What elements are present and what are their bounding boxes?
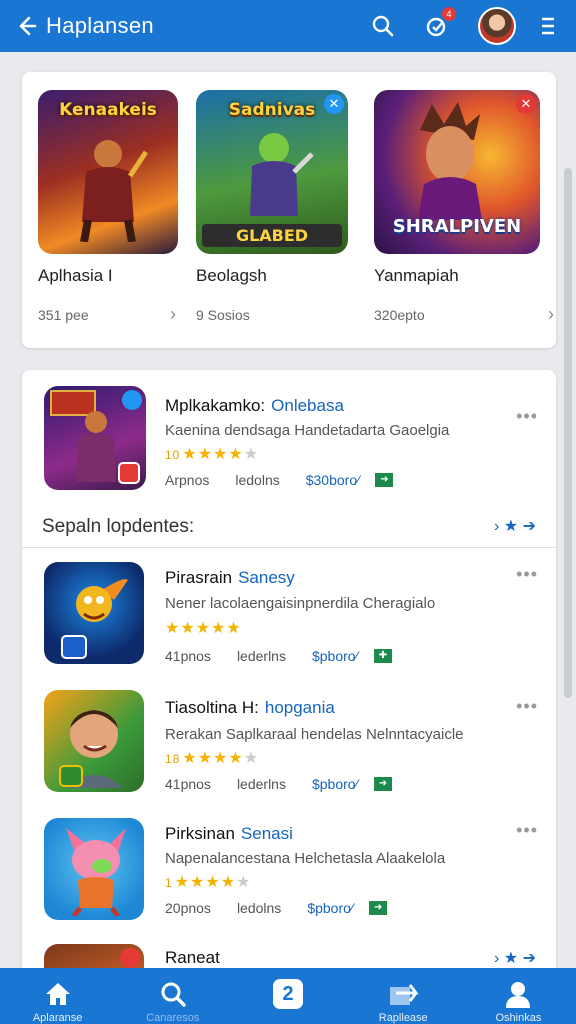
star-icon: ★ xyxy=(503,950,519,967)
app-title: Pirasrain xyxy=(165,568,233,587)
developer-link[interactable]: Sanesy xyxy=(238,568,295,587)
app-description: Kaenina dendsaga Handetadarta Gaoelgia xyxy=(165,422,450,439)
nav-item-apps[interactable]: 2 xyxy=(230,968,345,1024)
nav-item-updates[interactable]: Rapllease xyxy=(346,968,461,1024)
home-icon xyxy=(45,983,70,1005)
section-header: Sepaln lopdentes: › ★ ➔ xyxy=(22,510,556,548)
developer-link[interactable]: Onlebasa xyxy=(271,396,344,415)
featured-art-title: Kenaakeis xyxy=(59,100,157,120)
star-icon: ★ xyxy=(503,518,519,535)
bottom-navigation: Aplaranse Canaresos 2 Rapllease Oshinkas xyxy=(0,968,576,1024)
nav-label: Canaresos xyxy=(146,1012,200,1024)
price-label: $pboro xyxy=(311,648,356,664)
section-controls[interactable]: › ★ ➔ xyxy=(494,516,536,536)
nav-item-profile[interactable]: Oshinkas xyxy=(461,968,576,1024)
featured-app-3[interactable]: SHRALPIVEN ✕ Yanmapiah 320epto › xyxy=(374,90,554,324)
back-arrow-icon[interactable] xyxy=(14,14,38,38)
list-item[interactable]: Pirasrain Sanesy Nener lacolaengaisinpner… xyxy=(22,562,556,672)
install-tag-icon: ➜ xyxy=(375,473,394,487)
rating-stars: 18 ★★★★★ xyxy=(165,750,260,767)
nav-label: Aplaranse xyxy=(32,1012,83,1024)
featured-app-art: SHRALPIVEN ✕ xyxy=(374,90,540,254)
profile-icon xyxy=(506,982,531,1008)
featured-app-art: Sadnivas GLABED ✕ xyxy=(196,90,348,254)
updates-icon xyxy=(390,984,419,1005)
item-controls[interactable]: › ★ ➔ xyxy=(494,948,536,968)
rating-stars: 10 ★★★★★ xyxy=(165,446,260,463)
price-label: $pboro xyxy=(307,900,351,916)
nav-item-home[interactable]: Aplaranse xyxy=(0,968,115,1024)
rating-stars: 1 ★★★★★ xyxy=(165,874,252,891)
chevron-right-icon[interactable]: › xyxy=(548,304,554,325)
featured-app-name: Aplhasia I xyxy=(38,266,113,285)
search-icon xyxy=(161,982,186,1007)
install-tag-icon: ✚ xyxy=(373,649,392,663)
featured-app-meta: 351 pee xyxy=(38,307,89,323)
rating-stars: ★★★★★ xyxy=(165,620,242,637)
arrow-right-icon: ➔ xyxy=(522,950,536,967)
featured-app-name: Yanmapiah xyxy=(374,266,459,285)
search-button[interactable] xyxy=(370,13,396,39)
featured-app-name: Beolagsh xyxy=(196,266,267,285)
chevron-right-icon[interactable]: › xyxy=(170,304,176,325)
app-description: Rerakan Saplkaraal hendelas Nelnntacyaic… xyxy=(165,726,464,743)
app-meta: 41pnos lederlns $pboro ⁄ ✚ xyxy=(165,648,392,664)
list-item[interactable]: Mplkakamko: Onlebasa Kaenina dendsaga Han… xyxy=(22,386,556,496)
install-tag-icon: ➜ xyxy=(373,777,392,791)
menu-icon[interactable] xyxy=(538,16,558,36)
price-label: $pboro xyxy=(311,776,356,792)
app-title: Mplkakamko: xyxy=(165,396,266,415)
featured-app-meta: 9 Sosios xyxy=(196,307,250,323)
featured-app-meta: 320epto xyxy=(374,307,425,323)
nav-label: Rapllease xyxy=(378,1012,428,1024)
app-meta: 41pnos lederlns $pboro ⁄ ➜ xyxy=(165,776,392,792)
arrow-right-icon: ➔ xyxy=(522,518,536,535)
developer-link[interactable]: hopgania xyxy=(265,698,335,717)
app-icon xyxy=(44,386,146,490)
close-icon[interactable]: ✕ xyxy=(516,94,536,114)
featured-app-1[interactable]: Kenaakeis Aplhasia I 351 pee › xyxy=(38,90,198,324)
top-app-bar: Haplansen 4 xyxy=(0,0,576,52)
app-icon xyxy=(44,818,144,920)
app-title: Raneat xyxy=(165,948,220,967)
install-tag-icon: ➜ xyxy=(369,901,388,915)
featured-art-subtitle: GLABED xyxy=(202,224,342,247)
featured-apps-card: Kenaakeis Aplhasia I 351 pee › Sadnivas … xyxy=(22,72,556,348)
scrollbar[interactable] xyxy=(564,168,572,698)
user-avatar[interactable] xyxy=(478,7,516,45)
close-icon[interactable]: ✕ xyxy=(324,94,344,114)
featured-app-2[interactable]: Sadnivas GLABED ✕ Beolagsh 9 Sosios xyxy=(196,90,356,323)
app-icon xyxy=(44,690,144,792)
app-icon xyxy=(44,562,144,664)
featured-app-art: Kenaakeis xyxy=(38,90,178,254)
list-item[interactable]: Tiasoltina H: hopgania Rerakan Saplkaraal… xyxy=(22,690,556,800)
app-title: Pirksinan xyxy=(165,824,235,843)
app-meta: 20pnos ledolns $pboro ⁄ ➜ xyxy=(165,900,388,916)
app-description: Nener lacolaengaisinpnerdila Cheragialo xyxy=(165,595,436,612)
nav-item-search[interactable]: Canaresos xyxy=(115,968,230,1024)
app-list-card: Mplkakamko: Onlebasa Kaenina dendsaga Han… xyxy=(22,370,556,1024)
developer-link[interactable]: Senasi xyxy=(241,824,293,843)
notification-badge: 4 xyxy=(442,7,456,21)
more-options-icon[interactable]: ••• xyxy=(516,820,538,841)
more-options-icon[interactable]: ••• xyxy=(516,406,538,427)
section-title: Sepaln lopdentes: xyxy=(42,516,195,537)
apps-icon: 2 xyxy=(273,979,303,1009)
more-options-icon[interactable]: ••• xyxy=(516,564,538,585)
search-icon xyxy=(372,15,394,37)
app-description: Napenalancestana Helchetasla Alaakelola xyxy=(165,850,446,867)
app-meta: Arpnos ledolns $30boro ⁄ ➜ xyxy=(165,472,394,488)
list-item[interactable]: Pirksinan Senasi Napenalancestana Helchet… xyxy=(22,818,556,928)
price-label: $30boro xyxy=(305,472,358,488)
more-options-icon[interactable]: ••• xyxy=(516,696,538,717)
notifications-button[interactable]: 4 xyxy=(424,7,456,39)
app-title: Tiasoltina H: xyxy=(165,698,259,717)
page-title: Haplansen xyxy=(46,13,154,38)
nav-label: Oshinkas xyxy=(495,1012,542,1024)
featured-art-title: SHRALPIVEN xyxy=(392,216,522,237)
